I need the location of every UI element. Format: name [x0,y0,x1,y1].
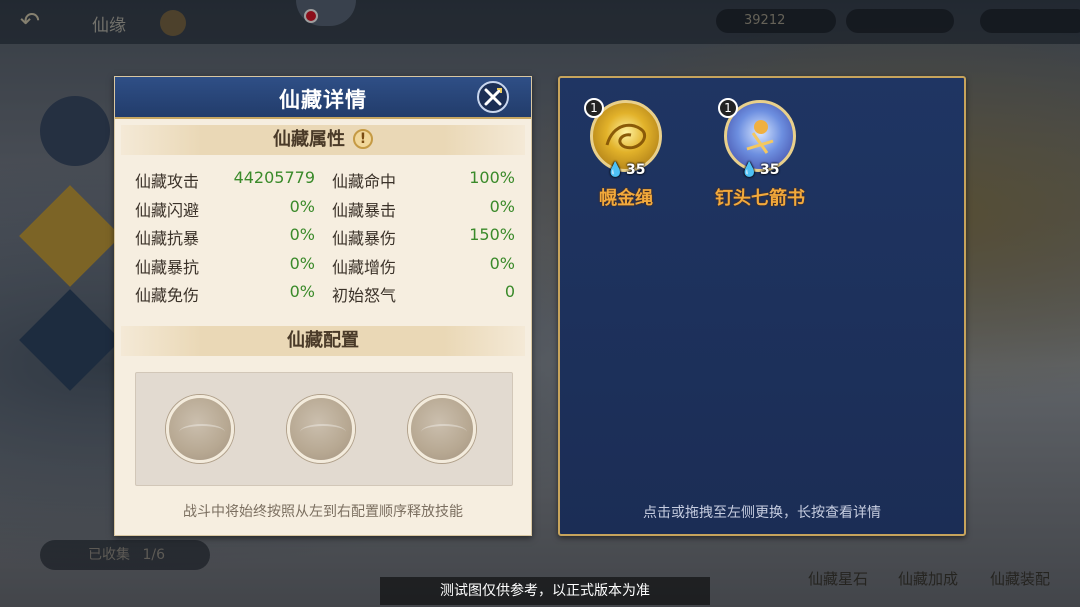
config-header: 仙藏配置 [121,326,525,356]
attribute-value: 0 [504,282,515,301]
attribute-label: 仙藏抗暴 [135,229,200,248]
item-level-value: 35 [759,162,780,178]
attribute-value: 0% [289,282,315,301]
item-icon-wrap: 1 💧 35 [584,98,662,178]
attribute-row: 仙藏抗暴 0% 仙藏暴伤 150% [135,225,515,254]
attribute-grid: 仙藏攻击 44205779 仙藏命中 100% 仙藏闪避 0% 仙藏暴击 0% … [135,168,515,311]
detail-panel: 仙藏详情 仙藏属性! 仙藏攻击 44205779 仙藏命中 100% 仙藏闪避 … [114,76,532,536]
attribute-label: 仙藏暴击 [332,200,397,220]
detail-panel-header: 仙藏详情 [115,77,531,119]
config-slot-1[interactable] [166,395,234,463]
attribute-value: 100% [469,168,515,187]
attribute-value: 0% [289,196,315,216]
attribute-row: 仙藏闪避 0% 仙藏暴击 0% [135,197,515,226]
detail-panel-title: 仙藏详情 [279,88,367,112]
attribute-row: 仙藏免伤 0% 初始怒气 0 [135,282,515,311]
config-slot-2[interactable] [287,395,355,463]
item-hint: 点击或拖拽至左侧更换，长按查看详情 [643,505,881,521]
info-icon[interactable]: ! [353,128,373,149]
water-drop-icon: 💧 [740,162,758,178]
item-count-badge: 1 [718,98,738,118]
attribute-label: 仙藏免伤 [135,286,200,305]
water-drop-icon: 💧 [606,162,624,178]
attributes-header: 仙藏属性! [121,125,525,155]
attribute-label: 初始怒气 [332,286,397,305]
attribute-row: 仙藏暴抗 0% 仙藏增伤 0% [135,254,515,283]
attribute-value: 0% [289,253,315,273]
attribute-label: 仙藏命中 [332,172,397,191]
test-watermark: 测试图仅供参考，以正式版本为准 [380,577,710,605]
attribute-value: 0% [489,196,515,216]
config-hint: 战斗中将始终按照从左到右配置顺序释放技能 [183,504,463,520]
close-button[interactable] [477,81,509,113]
config-slot-3[interactable] [408,395,476,463]
item-card[interactable]: 1 💧 35 幌金绳 [566,98,686,210]
attribute-value: 44205779 [233,168,315,187]
attribute-label: 仙藏攻击 [135,172,200,191]
item-name: 钉头七箭书 [715,188,805,209]
close-icon [484,88,502,106]
item-name: 幌金绳 [599,188,653,209]
item-count-badge: 1 [584,98,604,118]
item-card[interactable]: 1 💧 35 钉头七箭书 [700,98,820,210]
item-level-value: 35 [625,162,646,178]
attribute-label: 仙藏暴抗 [135,257,200,277]
item-level: 💧 35 [590,162,662,178]
attribute-value: 150% [469,225,515,244]
attribute-value: 0% [289,225,315,244]
attribute-label: 仙藏暴伤 [332,229,397,248]
attribute-label: 仙藏闪避 [135,200,200,220]
attribute-label: 仙藏增伤 [332,257,397,277]
item-level: 💧 35 [724,162,796,178]
attributes-header-label: 仙藏属性 [273,129,345,150]
attribute-value: 0% [489,253,515,273]
item-icon-wrap: 1 💧 35 [718,98,796,178]
config-slot-area [135,372,513,486]
attribute-row: 仙藏攻击 44205779 仙藏命中 100% [135,168,515,197]
item-panel: 1 💧 35 幌金绳 1 💧 35 钉头七箭书 点击或拖拽至左侧更换，长按查看详情 [558,76,966,536]
